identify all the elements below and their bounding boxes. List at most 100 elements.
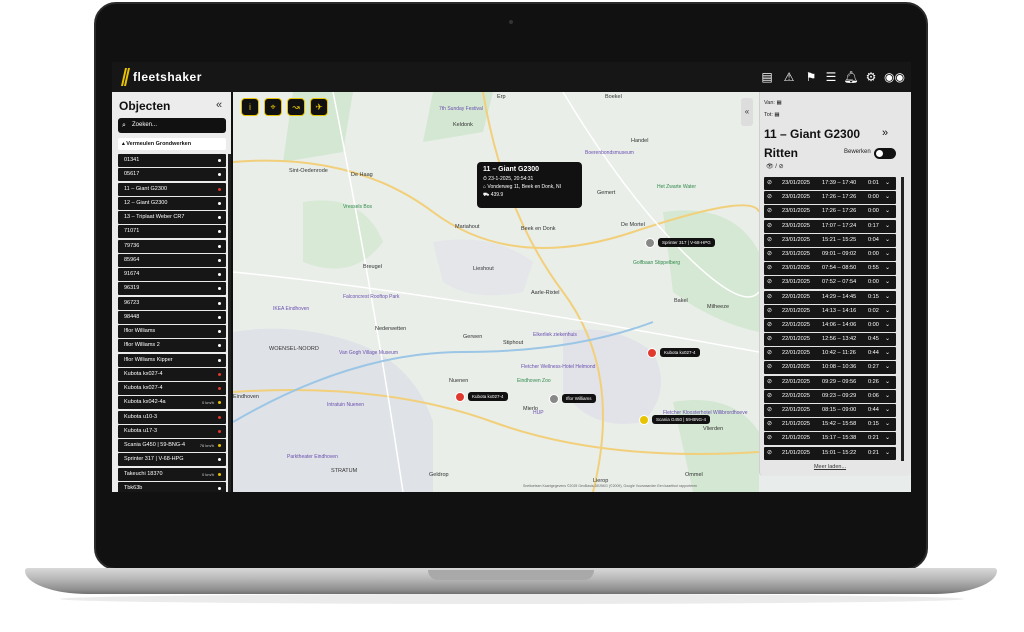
hide-ride-icon[interactable]: ⊘ bbox=[767, 305, 772, 318]
vehicle-marker[interactable] bbox=[639, 415, 649, 425]
object-list-item[interactable]: 98448 bbox=[118, 310, 226, 324]
object-list-item[interactable]: Kubota u10-3 bbox=[118, 410, 226, 424]
ride-row[interactable]: ⊘ 22/01/2025 10:08 – 10:36 0:27 ⌄ bbox=[764, 361, 896, 375]
object-list-item[interactable]: 13 – Triplaat Weber CR7 bbox=[118, 211, 226, 224]
ride-row[interactable]: ⊘ 23/01/2025 09:01 – 09:02 0:00 ⌄ bbox=[764, 247, 896, 261]
object-list-item[interactable]: Tbk63b bbox=[118, 481, 226, 492]
chevron-down-icon[interactable]: ⌄ bbox=[885, 248, 890, 261]
object-list-item[interactable]: Iflor Williams Kipper bbox=[118, 353, 226, 367]
search-input[interactable]: ⌕ Zoeken... bbox=[118, 118, 226, 133]
object-list-item[interactable]: 79736 bbox=[118, 239, 226, 253]
hide-ride-icon[interactable]: ⊘ bbox=[767, 191, 772, 204]
object-list-item[interactable]: 12 – Giant G2300 bbox=[118, 196, 226, 210]
hide-ride-icon[interactable]: ⊘ bbox=[767, 319, 772, 332]
chevron-down-icon[interactable]: ⌄ bbox=[885, 305, 890, 318]
ride-row[interactable]: ⊘ 23/01/2025 15:21 – 15:25 0:04 ⌄ bbox=[764, 233, 896, 247]
vehicle-tag[interactable]: Scania G450 | 59-BNG-4 bbox=[652, 415, 710, 424]
chevron-down-icon[interactable]: ⌄ bbox=[885, 347, 890, 360]
hide-ride-icon[interactable]: ⊘ bbox=[767, 205, 772, 218]
ride-row[interactable]: ⊘ 21/01/2025 15:17 – 15:38 0:21 ⌄ bbox=[764, 432, 896, 446]
bell-icon[interactable]: 🔔︎ bbox=[843, 69, 859, 85]
chevron-down-icon[interactable]: ⌄ bbox=[885, 262, 890, 275]
chevron-down-icon[interactable]: ⌄ bbox=[885, 220, 890, 233]
chevron-down-icon[interactable]: ⌄ bbox=[885, 418, 890, 431]
object-list-item[interactable]: 11 – Giant G2300 bbox=[118, 182, 226, 196]
vehicle-marker[interactable] bbox=[647, 348, 657, 358]
object-list-item[interactable]: 01341 bbox=[118, 154, 226, 167]
chevron-down-icon[interactable]: ⌄ bbox=[885, 276, 890, 289]
ride-row[interactable]: ⊘ 22/01/2025 12:56 – 13:42 0:45 ⌄ bbox=[764, 333, 896, 347]
hide-ride-icon[interactable]: ⊘ bbox=[767, 276, 772, 289]
object-list-item[interactable]: 05617 bbox=[118, 168, 226, 182]
vehicle-tag[interactable]: Kubota kx027-4 bbox=[468, 392, 508, 401]
settings-icon[interactable]: ⚙ bbox=[863, 69, 879, 85]
hide-ride-icon[interactable]: ⊘ bbox=[767, 404, 772, 417]
ride-row[interactable]: ⊘ 23/01/2025 07:52 – 07:54 0:00 ⌄ bbox=[764, 276, 896, 290]
vehicle-marker-selected[interactable] bbox=[645, 238, 655, 248]
location-button[interactable]: ⌖ bbox=[264, 98, 282, 116]
hide-ride-icon[interactable]: ⊘ bbox=[767, 361, 772, 374]
hide-ride-icon[interactable]: ⊘ bbox=[767, 447, 772, 460]
visibility-filter[interactable]: 👁 / ⊘ bbox=[766, 163, 784, 170]
chevron-down-icon[interactable]: ⌄ bbox=[885, 177, 890, 190]
object-list-item[interactable]: 85964 bbox=[118, 253, 226, 267]
chevron-down-icon[interactable]: ⌄ bbox=[885, 291, 890, 304]
object-list-item[interactable]: Sprinter 317 | V-68-HPG bbox=[118, 453, 226, 467]
hide-ride-icon[interactable]: ⊘ bbox=[767, 390, 772, 403]
group-header[interactable]: ▴ Vermeulen Grondwerken bbox=[118, 138, 226, 150]
vehicle-tag[interactable]: Kubota kx027-4 bbox=[660, 348, 700, 357]
ride-row[interactable]: ⊘ 22/01/2025 10:42 – 11:26 0:44 ⌄ bbox=[764, 347, 896, 361]
ride-row[interactable]: ⊘ 22/01/2025 14:06 – 14:06 0:00 ⌄ bbox=[764, 318, 896, 332]
chevron-down-icon[interactable]: ⌄ bbox=[885, 333, 890, 346]
alarm-icon[interactable]: ⚠ bbox=[781, 69, 797, 85]
object-list-item[interactable]: Kubota kx027-4 bbox=[118, 382, 226, 395]
hide-ride-icon[interactable]: ⊘ bbox=[767, 262, 772, 275]
ride-row[interactable]: ⊘ 22/01/2025 14:29 – 14:45 0:15 ⌄ bbox=[764, 290, 896, 304]
hide-ride-icon[interactable]: ⊘ bbox=[767, 177, 772, 190]
hide-ride-icon[interactable]: ⊘ bbox=[767, 418, 772, 431]
ride-row[interactable]: ⊘ 23/01/2025 17:26 – 17:26 0:00 ⌄ bbox=[764, 191, 896, 205]
chevron-down-icon[interactable]: ⌄ bbox=[885, 205, 890, 218]
collapse-panel-button[interactable]: « bbox=[216, 99, 222, 111]
edit-toggle[interactable] bbox=[874, 148, 896, 159]
scrollbar[interactable] bbox=[228, 154, 231, 492]
hide-ride-icon[interactable]: ⊘ bbox=[767, 376, 772, 389]
vehicle-marker[interactable] bbox=[455, 392, 465, 402]
hide-ride-icon[interactable]: ⊘ bbox=[767, 333, 772, 346]
object-list-item[interactable]: Iflor Williams 2 bbox=[118, 339, 226, 353]
hide-ride-icon[interactable]: ⊘ bbox=[767, 291, 772, 304]
info-button[interactable]: i bbox=[241, 98, 259, 116]
load-more-link[interactable]: Meer laden... bbox=[760, 464, 900, 470]
chevron-down-icon[interactable]: ⌄ bbox=[885, 447, 890, 460]
route-icon[interactable]: ⚑ bbox=[803, 69, 819, 85]
overview-icon[interactable]: ▤ bbox=[759, 69, 775, 85]
ride-row[interactable]: ⊘ 23/01/2025 17:39 – 17:40 0:01 ⌄ bbox=[764, 177, 896, 190]
route-button[interactable]: ↝ bbox=[287, 98, 305, 116]
object-list-item[interactable]: 71071 bbox=[118, 225, 226, 239]
ride-row[interactable]: ⊘ 23/01/2025 17:26 – 17:26 0:00 ⌄ bbox=[764, 205, 896, 219]
ride-row[interactable]: ⊘ 21/01/2025 15:01 – 15:22 0:21 ⌄ bbox=[764, 446, 896, 460]
hide-ride-icon[interactable]: ⊘ bbox=[767, 220, 772, 233]
chevron-down-icon[interactable]: ⌄ bbox=[885, 319, 890, 332]
vr-icon[interactable]: ◉◉ bbox=[884, 69, 905, 85]
chevron-down-icon[interactable]: ⌄ bbox=[885, 234, 890, 247]
ride-row[interactable]: ⊘ 23/01/2025 07:54 – 08:50 0:55 ⌄ bbox=[764, 262, 896, 276]
object-list-item[interactable]: Iflor Williams bbox=[118, 325, 226, 338]
hide-ride-icon[interactable]: ⊘ bbox=[767, 248, 772, 261]
chevron-down-icon[interactable]: ⌄ bbox=[885, 361, 890, 374]
object-list-item[interactable]: Scania G450 | 59-BNG-4 76 km/h bbox=[118, 439, 226, 452]
next-vehicle-button[interactable]: » bbox=[882, 127, 888, 139]
ride-row[interactable]: ⊘ 22/01/2025 08:15 – 09:00 0:44 ⌄ bbox=[764, 404, 896, 417]
report-icon[interactable]: ☰ bbox=[823, 69, 839, 85]
chevron-down-icon[interactable]: ⌄ bbox=[885, 191, 890, 204]
hide-ride-icon[interactable]: ⊘ bbox=[767, 432, 772, 445]
chevron-down-icon[interactable]: ⌄ bbox=[885, 432, 890, 445]
vehicle-tag[interactable]: Sprinter 317 | V-68-HPG bbox=[658, 238, 715, 247]
object-list-item[interactable]: 96723 bbox=[118, 296, 226, 310]
object-list-item[interactable]: Kubota u17-3 bbox=[118, 424, 226, 438]
map-view[interactable]: i ⌖ ↝ ✈ Erp Boekel Keldonk Sint-Oedenrode De… bbox=[233, 92, 759, 492]
map-collapse-button[interactable]: « bbox=[741, 98, 753, 126]
object-list-item[interactable]: 96319 bbox=[118, 282, 226, 296]
chevron-down-icon[interactable]: ⌄ bbox=[885, 390, 890, 403]
ride-row[interactable]: ⊘ 23/01/2025 17:07 – 17:24 0:17 ⌄ bbox=[764, 219, 896, 233]
